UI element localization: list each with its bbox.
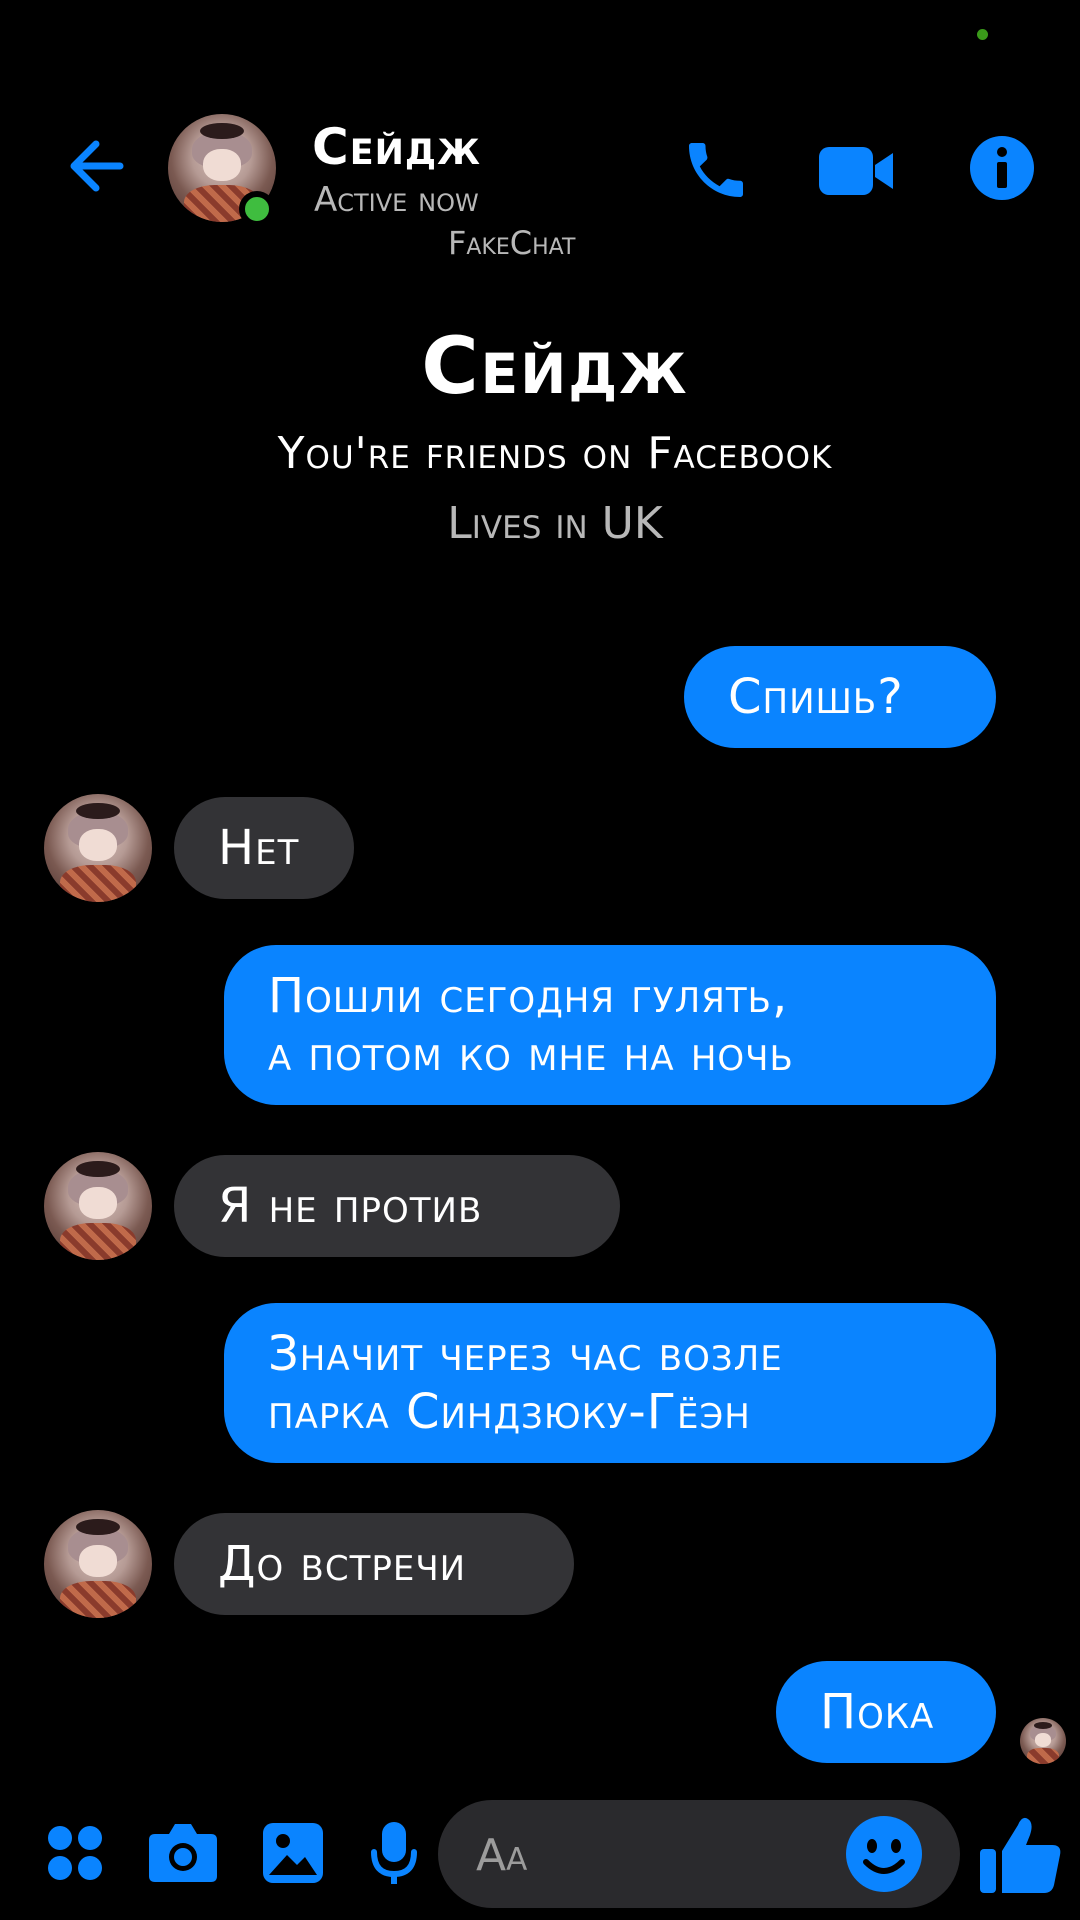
message-bubble-incoming[interactable]: До встречи [174,1513,574,1615]
emoji-icon [846,1816,922,1892]
location-info: Lives in UK [447,498,663,549]
message-text-line: Пошли сегодня гулять, [268,968,789,1024]
microphone-icon [371,1822,417,1884]
voice-message-button[interactable] [364,1818,424,1890]
sender-avatar[interactable] [44,1510,152,1618]
camera-icon [149,1824,217,1882]
call-button[interactable] [676,130,756,210]
apps-button[interactable] [40,1818,110,1888]
message-bubble-outgoing[interactable]: Значит через час возле парка Синдзюку-Гё… [224,1303,996,1463]
message-text: Нет [218,820,300,876]
phone-icon [689,143,743,197]
arrow-left-icon [70,140,124,192]
message-bubble-outgoing[interactable]: Пошли сегодня гулять, а потом ко мне на … [224,945,996,1105]
gallery-button[interactable] [258,1818,328,1888]
message-text-line: парка Синдзюку-Гёэн [268,1384,751,1440]
info-button[interactable] [968,134,1036,202]
video-camera-icon [819,147,893,195]
sender-avatar[interactable] [44,794,152,902]
message-text: Я не против [218,1178,483,1234]
message-bubble-incoming[interactable]: Нет [174,797,354,899]
message-text: Спишь? [728,669,904,725]
message-text-line: а потом ко мне на ночь [268,1026,794,1082]
active-status: Active now [314,180,479,220]
message-bubble-outgoing[interactable]: Пока [776,1661,996,1763]
profile-name: Сейдж [421,322,689,412]
like-button[interactable] [976,1808,1066,1900]
message-bubble-incoming[interactable]: Я не против [174,1155,620,1257]
online-status-dot [239,191,275,227]
message-bubble-outgoing[interactable]: Спишь? [684,646,996,748]
message-composer[interactable] [438,1800,960,1908]
watermark: FakeChat [448,224,576,262]
status-indicator [977,29,988,40]
contact-name[interactable]: Сейдж [312,118,481,176]
message-text: До встречи [218,1536,467,1592]
friends-status: You're friends on Facebook [277,428,833,479]
seen-receipt-avatar [1020,1718,1066,1764]
back-button[interactable] [58,130,130,202]
info-icon [970,136,1034,200]
message-text: Пока [820,1684,935,1740]
emoji-button[interactable] [842,1812,926,1896]
camera-button[interactable] [144,1816,222,1890]
thumbs-up-icon [980,1817,1061,1893]
conversation-header: Сейдж Active now FakeChat [0,100,1080,280]
sender-avatar[interactable] [44,1152,152,1260]
message-text-line: Значит через час возле [268,1326,783,1382]
image-icon [263,1823,323,1883]
video-call-button[interactable] [816,136,896,206]
message-input[interactable] [474,1820,848,1890]
apps-grid-icon [48,1826,102,1880]
